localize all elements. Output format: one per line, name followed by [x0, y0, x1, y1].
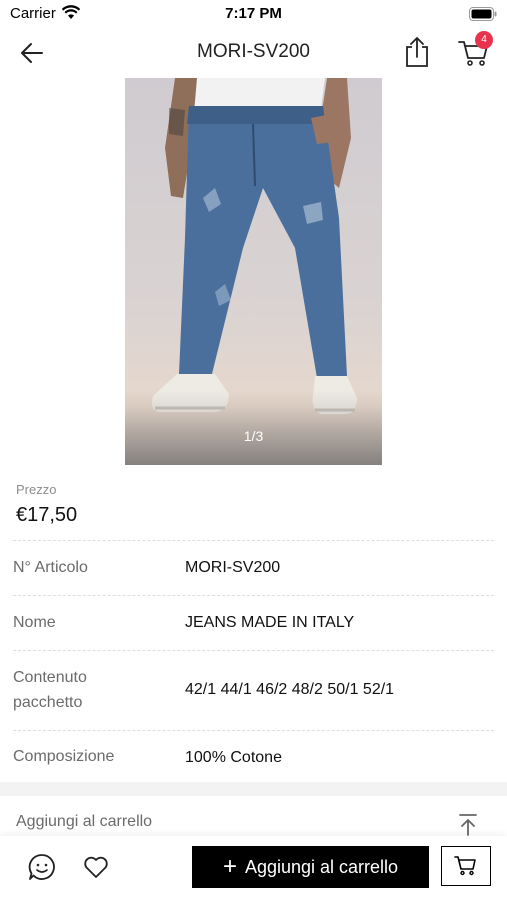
- price-section: Prezzo €17,50: [0, 465, 507, 540]
- detail-label: N° Articolo: [13, 559, 88, 576]
- detail-row-composition: Composizione 100% Cotone: [0, 730, 507, 782]
- chat-icon[interactable]: [27, 852, 57, 882]
- divider: [13, 730, 494, 731]
- nav-bar: MORI-SV200 4: [0, 28, 507, 78]
- price-value: €17,50: [16, 504, 78, 526]
- detail-row-article: N° Articolo MORI-SV200: [0, 540, 507, 595]
- add-to-cart-section-label: Aggiungi al carrello: [16, 813, 153, 830]
- detail-row-name: Nome JEANS MADE IN ITALY: [0, 595, 507, 650]
- detail-value: 100% Cotone: [185, 749, 282, 766]
- product-gallery[interactable]: 1/3: [0, 78, 507, 465]
- status-bar: Carrier 7:17 PM: [0, 0, 507, 28]
- heart-icon[interactable]: [82, 853, 110, 881]
- detail-label-line2: pacchetto: [13, 694, 83, 711]
- plus-icon: +: [222, 853, 237, 880]
- scroll-to-top-icon[interactable]: [457, 813, 479, 837]
- divider: [13, 595, 494, 596]
- clock: 7:17 PM: [225, 5, 282, 22]
- divider: [13, 650, 494, 651]
- gallery-counter: 1/3: [243, 428, 264, 444]
- detail-label: Nome: [13, 614, 56, 631]
- battery-icon: [469, 7, 497, 25]
- detail-value: JEANS MADE IN ITALY: [185, 614, 355, 631]
- cart-outline-icon: [454, 856, 476, 876]
- go-to-cart-button[interactable]: [441, 846, 491, 886]
- price-label: Prezzo: [16, 482, 57, 497]
- product-photo[interactable]: [125, 78, 382, 465]
- detail-value: 42/1 44/1 46/2 48/2 50/1 52/1: [185, 681, 395, 698]
- cart-badge: 4: [475, 31, 493, 49]
- bottom-action-bar: + Aggiungi al carrello: [0, 836, 507, 900]
- share-icon[interactable]: [402, 36, 432, 68]
- detail-row-package: Contenuto pacchetto 42/1 44/1 46/2 48/2 …: [0, 650, 507, 730]
- detail-label-line1: Contenuto: [13, 669, 87, 686]
- detail-label: Composizione: [13, 748, 115, 765]
- add-to-cart-button[interactable]: + Aggiungi al carrello: [192, 846, 429, 888]
- detail-value: MORI-SV200: [185, 559, 281, 576]
- add-to-cart-label: Aggiungi al carrello: [244, 856, 399, 877]
- section-divider: [0, 782, 507, 796]
- divider: [13, 540, 494, 541]
